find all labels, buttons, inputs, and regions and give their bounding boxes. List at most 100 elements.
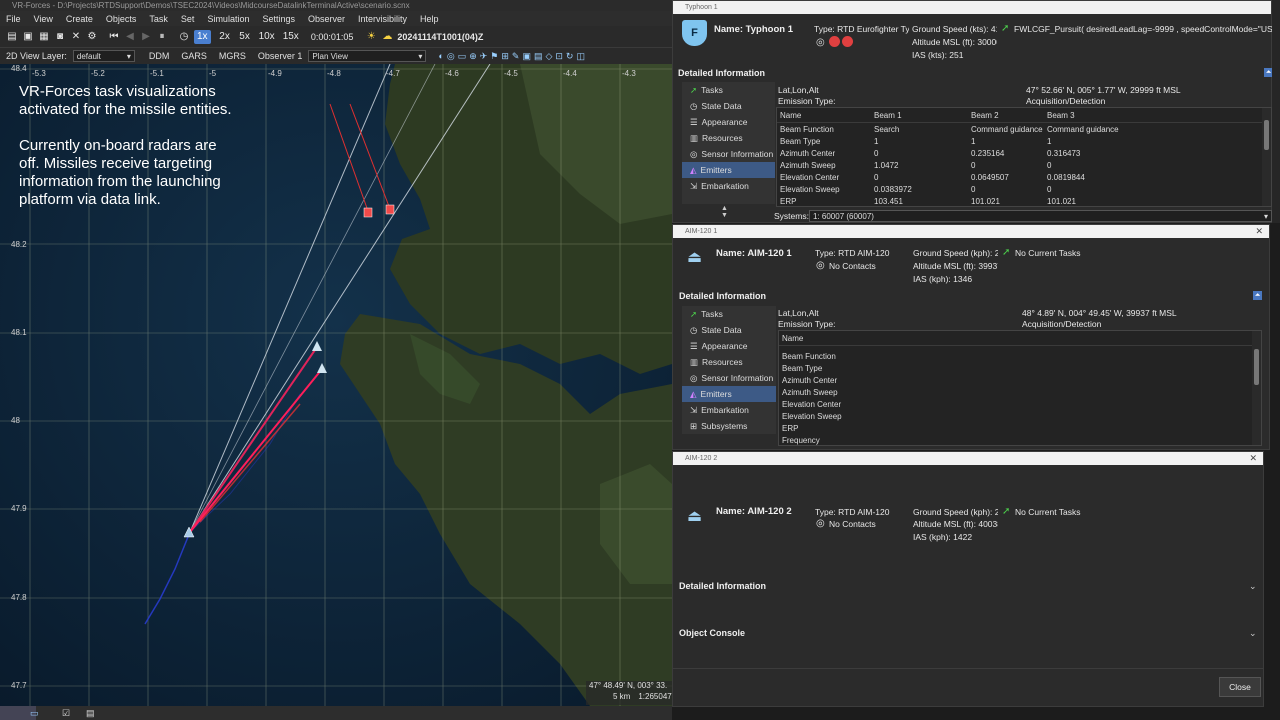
systems-select[interactable]: 1: 60007 (60007) ▾ (809, 210, 1272, 222)
close-icon[interactable]: ✕ (1255, 225, 1263, 238)
subsystems-icon: ⊞ (690, 420, 698, 431)
expand-icon[interactable]: ⌄ (1249, 628, 1257, 639)
sidebar-item-sensor-information[interactable]: ◎ Sensor Information (682, 146, 775, 162)
sidebar-item-embarkation[interactable]: ⇲ Embarkation (682, 402, 776, 418)
open-file-icon[interactable]: ▣ (22, 30, 34, 44)
sidebar-item-tasks[interactable]: ➚ Tasks (682, 82, 775, 98)
table-scrollbar[interactable] (1252, 331, 1261, 445)
table-row[interactable]: ERP 103.451 101.021 101.021 (777, 195, 1271, 206)
column-header[interactable]: Name (777, 111, 871, 120)
view-select[interactable]: Plan View ▾ (308, 50, 427, 62)
menu-observer[interactable]: Observer (308, 14, 345, 24)
menu-view[interactable]: View (34, 14, 53, 24)
rewind-icon[interactable]: ⏮ (108, 30, 120, 44)
close-icon[interactable]: ✕ (1249, 452, 1257, 465)
gars-button[interactable]: GARS (181, 51, 207, 61)
pause-icon[interactable]: ⏸ (156, 30, 168, 44)
enemy-aircraft-icon[interactable] (363, 207, 373, 218)
table-row[interactable]: ERP (779, 422, 1261, 434)
new-file-icon[interactable]: ▤ (6, 30, 18, 44)
sidebar-item-embarkation[interactable]: ⇲ Embarkation (682, 178, 775, 194)
object-console-header[interactable]: Object Console (679, 628, 745, 638)
weather-icon[interactable]: ☁ (381, 30, 393, 44)
scroll-arrows-icon[interactable]: ▲ ▼ (721, 205, 728, 219)
sidebar-item-subsystems[interactable]: ⊞ Subsystems (682, 418, 776, 434)
camera-icon[interactable]: ◙ (54, 30, 66, 44)
table-row[interactable]: Elevation Center 0 0.0649507 0.0819844 (777, 171, 1271, 183)
sidebar-item-state-data[interactable]: ◷ State Data (682, 322, 776, 338)
sidebar-item-appearance[interactable]: ☰ Appearance (682, 114, 775, 130)
gear-icon[interactable]: ⚙ (86, 30, 98, 44)
sidebar-item-emitters[interactable]: ◭ Emitters (682, 162, 775, 178)
table-row[interactable]: Elevation Sweep 0.0383972 0 0 (777, 183, 1271, 195)
camera-icon[interactable]: ▤ (86, 708, 95, 719)
table-row[interactable]: Azimuth Sweep 1.0472 0 0 (777, 159, 1271, 171)
column-header[interactable]: Beam 2 (968, 111, 1044, 120)
sidebar-item-tasks[interactable]: ➚ Tasks (682, 306, 776, 322)
table-row[interactable]: Beam Function (779, 350, 1261, 362)
right-scrollbar[interactable] (1272, 0, 1280, 223)
column-header[interactable]: Name (779, 334, 873, 343)
scroll-thumb[interactable] (1254, 349, 1259, 385)
sidebar-item-sensor-information[interactable]: ◎ Sensor Information (682, 370, 776, 386)
collapse-icon[interactable]: ⏶ (1253, 291, 1262, 300)
detailed-info-header[interactable]: Detailed Information (679, 291, 766, 301)
column-header[interactable]: Beam 3 (1044, 111, 1138, 120)
table-row[interactable]: Frequency (779, 434, 1261, 445)
speed-2x-button[interactable]: 2x (219, 30, 231, 44)
speed-15x-button[interactable]: 15x (283, 30, 299, 44)
close-button[interactable]: Close (1219, 677, 1261, 697)
menu-help[interactable]: Help (420, 14, 439, 24)
panel-titlebar[interactable]: AIM-120 2 ✕ (673, 452, 1263, 465)
table-cell: 0 (1047, 184, 1052, 194)
column-header[interactable]: Beam 1 (871, 111, 968, 120)
menu-set[interactable]: Set (181, 14, 195, 24)
table-row[interactable]: Azimuth Sweep (779, 386, 1261, 398)
table-row[interactable]: Beam Type (779, 362, 1261, 374)
embark-icon: ⇲ (690, 404, 698, 415)
sidebar-item-emitters[interactable]: ◭ Emitters (682, 386, 776, 402)
menu-intervisibility[interactable]: Intervisibility (358, 14, 407, 24)
step-back-icon[interactable]: ◀ (124, 30, 136, 44)
ddm-button[interactable]: DDM (149, 51, 170, 61)
map-tools-icons[interactable]: ◐◎▭⊕✈⚑⊞✎▣▤◇⊡↻◫ (438, 51, 588, 62)
checkbox-icon[interactable]: ☑ (62, 708, 70, 719)
panel-titlebar[interactable]: AIM-120 1 ✕ (673, 225, 1269, 238)
menu-objects[interactable]: Objects (106, 14, 137, 24)
latlonalt-value: 47° 52.66' N, 005° 1.77' W, 29999 ft MSL (1026, 85, 1181, 95)
menu-simulation[interactable]: Simulation (207, 14, 249, 24)
monitor-icon[interactable]: ▭ (30, 708, 39, 719)
menu-create[interactable]: Create (66, 14, 93, 24)
speed-1x-button[interactable]: 1x (194, 29, 211, 44)
detailed-info-header[interactable]: Detailed Information (679, 581, 766, 591)
sidebar-item-label: Emitters (700, 165, 732, 175)
table-row[interactable]: Azimuth Center 0 0.235164 0.316473 (777, 147, 1271, 159)
sidebar-item-resources[interactable]: ▥ Resources (682, 354, 776, 370)
enemy-aircraft-icon[interactable] (385, 204, 395, 215)
menu-task[interactable]: Task (149, 14, 168, 24)
speed-10x-button[interactable]: 10x (259, 30, 275, 44)
sun-icon[interactable]: ☀ (365, 30, 377, 44)
speed-5x-button[interactable]: 5x (239, 30, 251, 44)
map-view[interactable]: -5.3 -5.2 -5.1 -5 -4.9 -4.8 -4.7 -4.6 -4… (0, 64, 672, 706)
menu-file[interactable]: File (6, 14, 21, 24)
mgrs-button[interactable]: MGRS (219, 51, 246, 61)
table-row[interactable]: Azimuth Center (779, 374, 1261, 386)
detailed-info-header[interactable]: Detailed Information (678, 68, 765, 78)
table-row[interactable]: Elevation Sweep (779, 410, 1261, 422)
save-icon[interactable]: ▦ (38, 30, 50, 44)
sidebar-item-appearance[interactable]: ☰ Appearance (682, 338, 776, 354)
menu-settings[interactable]: Settings (262, 14, 295, 24)
table-row[interactable]: Beam Type 1 1 1 (777, 135, 1271, 147)
scroll-thumb[interactable] (1264, 120, 1269, 150)
table-row[interactable]: Elevation Center (779, 398, 1261, 410)
sidebar-item-state-data[interactable]: ◷ State Data (682, 98, 775, 114)
close-scenario-icon[interactable]: ✕ (70, 30, 82, 44)
panel-titlebar[interactable]: Typhoon 1 (673, 1, 1271, 14)
layer-select[interactable]: default ▾ (72, 50, 135, 62)
play-icon[interactable]: ▶ (140, 30, 152, 44)
expand-icon[interactable]: ⌄ (1249, 581, 1257, 592)
table-row[interactable]: Beam Function Search Command guidance Comma… (777, 123, 1271, 135)
table-scrollbar[interactable] (1262, 108, 1271, 206)
sidebar-item-resources[interactable]: ▥ Resources (682, 130, 775, 146)
